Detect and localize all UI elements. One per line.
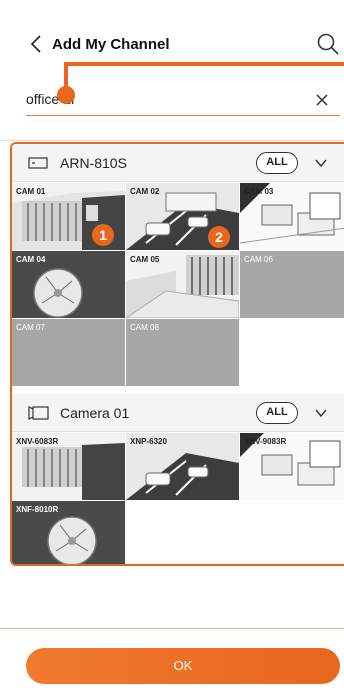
- tile-label: CAM 06: [244, 255, 273, 264]
- divider: [0, 628, 344, 629]
- callout-line: [64, 62, 344, 66]
- callout-badge-1: 1: [92, 224, 114, 246]
- tile-label: XNP-6320: [130, 437, 167, 446]
- camera-tile[interactable]: XNF-8010R: [12, 501, 125, 564]
- channel-list: ARN-810S ALL CAM 01 CAM 02 CAM 03 CAM 04…: [10, 142, 344, 566]
- select-all-button[interactable]: ALL: [256, 152, 298, 174]
- tile-label: CAM 07: [16, 323, 45, 332]
- tile-label: CAM 04: [16, 255, 46, 264]
- tile-label: CAM 08: [130, 323, 159, 332]
- chevron-left-icon[interactable]: [28, 34, 44, 54]
- group-header-camera-01[interactable]: Camera 01 ALL: [12, 394, 344, 432]
- tile-label: CAM 01: [16, 187, 46, 196]
- group-name: ARN-810S: [60, 155, 127, 171]
- camera-tile[interactable]: CAM 07: [12, 319, 125, 386]
- chevron-down-icon[interactable]: [314, 406, 328, 420]
- recorder-icon: [28, 157, 48, 169]
- callout-badge-2: 2: [208, 226, 230, 248]
- tile-label: CAM 02: [130, 187, 160, 196]
- camera-tile[interactable]: CAM 04: [12, 251, 125, 318]
- camera-grid: XNV-6083R XNP-6320 XNV-9083R XNF-8010R: [12, 433, 344, 564]
- chevron-down-icon[interactable]: [314, 156, 328, 170]
- camera-tile[interactable]: XNV-6083R: [12, 433, 125, 500]
- header: Add My Channel: [0, 0, 344, 90]
- camera-grid: CAM 01 CAM 02 CAM 03 CAM 04 CAM 05 CAM 0…: [12, 183, 344, 386]
- group-header-arn-810s[interactable]: ARN-810S ALL: [12, 144, 344, 182]
- close-icon[interactable]: [314, 92, 330, 108]
- tile-label: CAM 05: [130, 255, 160, 264]
- group-name: Camera 01: [60, 405, 130, 421]
- callout-dot: [57, 86, 75, 104]
- camera-tile[interactable]: CAM 05: [126, 251, 239, 318]
- camera-tile[interactable]: CAM 08: [126, 319, 239, 386]
- search-icon[interactable]: [316, 32, 340, 56]
- select-all-button[interactable]: ALL: [256, 402, 298, 424]
- tile-label: XNF-8010R: [16, 505, 59, 514]
- camera-tile[interactable]: CAM 03: [240, 183, 344, 250]
- camera-tile[interactable]: XNV-9083R: [240, 433, 344, 500]
- tile-label: XNV-9083R: [244, 437, 287, 446]
- divider: [0, 140, 344, 141]
- camera-tile[interactable]: XNP-6320: [126, 433, 239, 500]
- page-title: Add My Channel: [52, 36, 170, 53]
- tile-label: CAM 03: [244, 187, 274, 196]
- camera-tile[interactable]: CAM 06: [240, 251, 344, 318]
- camera-icon: [28, 406, 49, 420]
- ok-button[interactable]: OK: [26, 648, 340, 684]
- tile-label: XNV-6083R: [16, 437, 59, 446]
